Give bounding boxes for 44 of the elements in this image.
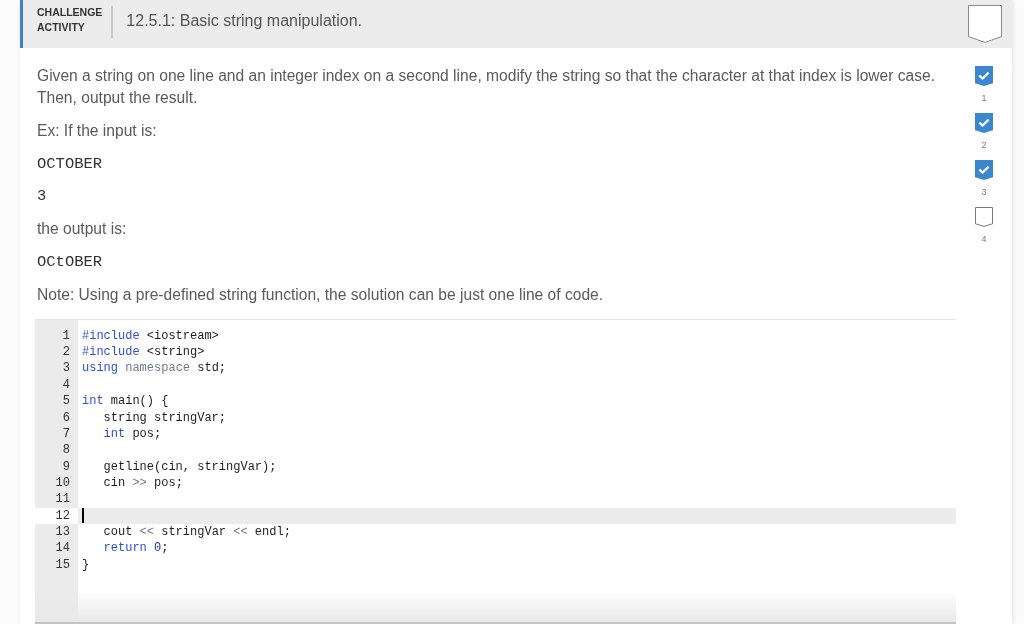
code-line: cout << stringVar << endl; xyxy=(102,523,291,541)
instruction-text: the output is: xyxy=(37,219,127,240)
line-number: 15 xyxy=(55,556,70,573)
line-number: 10 xyxy=(55,474,70,492)
check-badge-icon[interactable] xyxy=(975,113,993,133)
level-number: 4 xyxy=(981,233,987,245)
code-line: cin >> pos; xyxy=(102,474,183,492)
code-line: #include <string> xyxy=(82,344,205,361)
sample-io-text: OCtOBER xyxy=(37,252,103,273)
line-number: 14 xyxy=(55,540,70,557)
instruction-text: Given a string on one line and an integer index on a second line, modify the string so that the character at that index is lower case. Then, output the result. xyxy=(37,66,937,108)
line-number: 9 xyxy=(62,458,70,475)
check-badge-icon[interactable] xyxy=(975,160,993,180)
code-line: using namespace std; xyxy=(82,360,227,377)
sample-io-text: 3 xyxy=(37,186,47,208)
code-line: return 0; xyxy=(102,540,169,557)
line-number: 11 xyxy=(55,491,70,508)
level-number: 3 xyxy=(981,186,987,198)
level-number: 2 xyxy=(981,139,987,151)
code-line: int pos; xyxy=(102,425,162,443)
instruction-text: Note: Using a pre-defined string function, the solution can be just one line of code. xyxy=(37,284,604,305)
code-line: #include <iostream> xyxy=(82,327,219,345)
line-number: 5 xyxy=(62,393,70,410)
line-number: 4 xyxy=(62,376,70,394)
empty-badge-icon[interactable] xyxy=(975,207,993,227)
line-number: 6 xyxy=(62,409,70,426)
code-line: getline(cin, stringVar); xyxy=(102,458,277,475)
activity-title: 12.5.1: Basic string manipulation. xyxy=(126,11,363,31)
text-cursor xyxy=(82,508,84,524)
code-line: int main() { xyxy=(82,393,169,410)
activity-type-label: CHALLENGE ACTIVITY xyxy=(37,5,103,35)
line-number: 13 xyxy=(55,523,70,541)
line-number: 8 xyxy=(62,442,70,459)
code-line: string stringVar; xyxy=(102,409,227,426)
line-number: 1 xyxy=(62,327,70,345)
check-badge-icon[interactable] xyxy=(975,66,993,86)
code-line: } xyxy=(82,556,90,573)
line-number: 12 xyxy=(55,507,70,524)
line-number: 2 xyxy=(62,344,70,361)
line-number: 3 xyxy=(62,360,70,377)
line-number: 7 xyxy=(62,425,70,443)
level-number: 1 xyxy=(981,92,987,104)
instruction-text: Ex: If the input is: xyxy=(37,120,157,141)
sample-io-text: OCTOBER xyxy=(37,153,103,175)
